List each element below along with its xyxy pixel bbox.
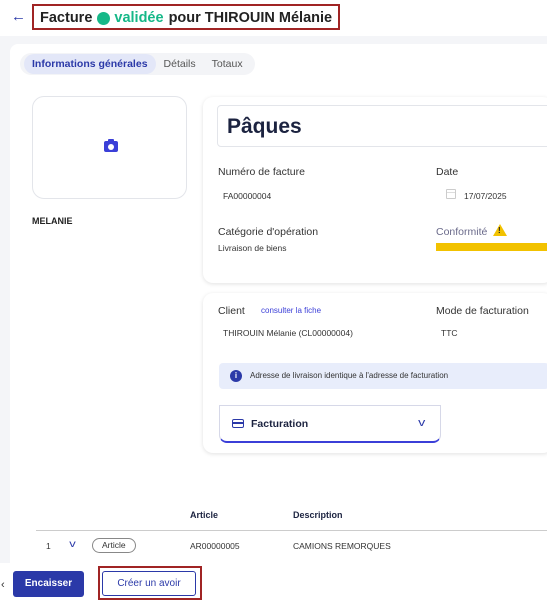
client-label: Client — [218, 305, 245, 317]
chevron-down-icon: v — [417, 417, 425, 429]
tab-details[interactable]: Détails — [156, 54, 204, 74]
back-arrow-icon[interactable]: ← — [11, 8, 26, 26]
row-index: 1 — [46, 541, 51, 551]
compliance-bar — [436, 243, 547, 251]
delivery-info-banner: i Adresse de livraison identique à l'adr… — [219, 363, 547, 389]
tab-totaux[interactable]: Totaux — [204, 54, 251, 74]
invoice-number-value: FA00000004 — [223, 191, 272, 201]
client-value[interactable]: THIROUIN Mélanie (CL00000004) — [223, 328, 353, 338]
tab-informations-generales[interactable]: Informations générales — [24, 54, 156, 74]
warning-icon: ! — [493, 224, 507, 236]
camera-icon — [104, 139, 118, 152]
row-article: AR00000005 — [190, 541, 240, 551]
tab-bar: Informations générales Détails Totaux — [20, 53, 255, 75]
title-prefix: Facture — [40, 10, 93, 26]
create-credit-note-button[interactable]: Créer un avoir — [102, 571, 196, 596]
document-title-field[interactable]: Pâques — [217, 105, 547, 147]
top-bar: ← Facture validée pour THIROUIN Mélanie — [0, 0, 547, 36]
info-icon: i — [230, 370, 242, 382]
column-header-article: Article — [190, 510, 219, 520]
billing-mode-label: Mode de facturation — [436, 305, 529, 317]
billing-accordion[interactable]: Facturation v — [219, 405, 441, 443]
category-label: Catégorie d'opération — [218, 226, 319, 238]
document-title: Pâques — [227, 115, 302, 138]
billing-mode-value[interactable]: TTC — [441, 328, 458, 338]
row-description: CAMIONS REMORQUES — [293, 541, 391, 551]
credit-card-icon — [232, 419, 244, 428]
invoice-number-label: Numéro de facture — [218, 166, 305, 178]
billing-accordion-label: Facturation — [251, 418, 309, 430]
chevron-left-icon[interactable]: ‹ — [1, 579, 5, 591]
status-text: validée — [114, 10, 164, 26]
page-title: Facture validée pour THIROUIN Mélanie — [32, 4, 341, 30]
table-row[interactable]: 1 v Article AR00000005 CAMIONS REMORQUES — [36, 535, 547, 557]
compliance-label: Conformité — [436, 226, 488, 238]
chevron-down-icon[interactable]: v — [69, 539, 76, 550]
delivery-info-text: Adresse de livraison identique à l'adres… — [250, 371, 449, 380]
encaisser-button[interactable]: Encaisser — [13, 571, 84, 597]
photo-name: MELANIE — [32, 216, 73, 226]
calendar-icon[interactable] — [446, 189, 456, 199]
consult-client-link[interactable]: consulter la fiche — [261, 306, 321, 315]
compliance-bar-fill — [436, 243, 547, 251]
date-label: Date — [436, 166, 459, 178]
invoice-info-card: Pâques — [203, 97, 547, 283]
row-type-tag[interactable]: Article — [92, 538, 136, 553]
title-suffix: pour THIROUIN Mélanie — [168, 10, 333, 26]
category-value[interactable]: Livraison de biens — [218, 243, 287, 253]
date-value[interactable]: 17/07/2025 — [464, 191, 507, 201]
column-header-description: Description — [293, 510, 343, 520]
status-dot-icon — [97, 11, 111, 25]
lines-table-header: Article Description — [36, 509, 547, 531]
photo-upload[interactable] — [32, 96, 187, 199]
